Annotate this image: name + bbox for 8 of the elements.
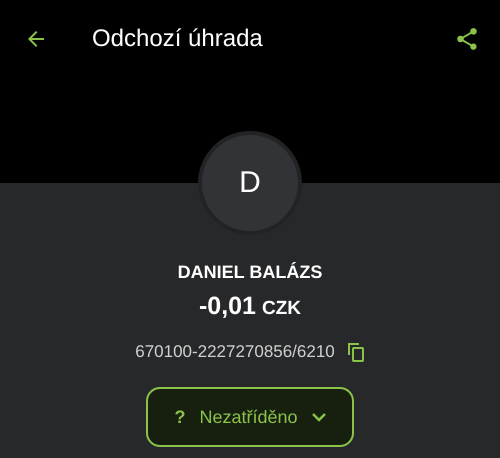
currency: CZK [262, 297, 302, 321]
category-dropdown[interactable]: ? Nezatříděno [146, 387, 354, 447]
screen-title: Odchozí úhrada [92, 25, 264, 53]
account-number: 670100-2227270856/6210 [135, 341, 335, 363]
payee-name: DANIEL BALÁZS [178, 261, 322, 283]
chevron-icon [312, 412, 326, 422]
amount: -0,01 [198, 291, 256, 321]
copy-icon[interactable] [346, 342, 365, 362]
